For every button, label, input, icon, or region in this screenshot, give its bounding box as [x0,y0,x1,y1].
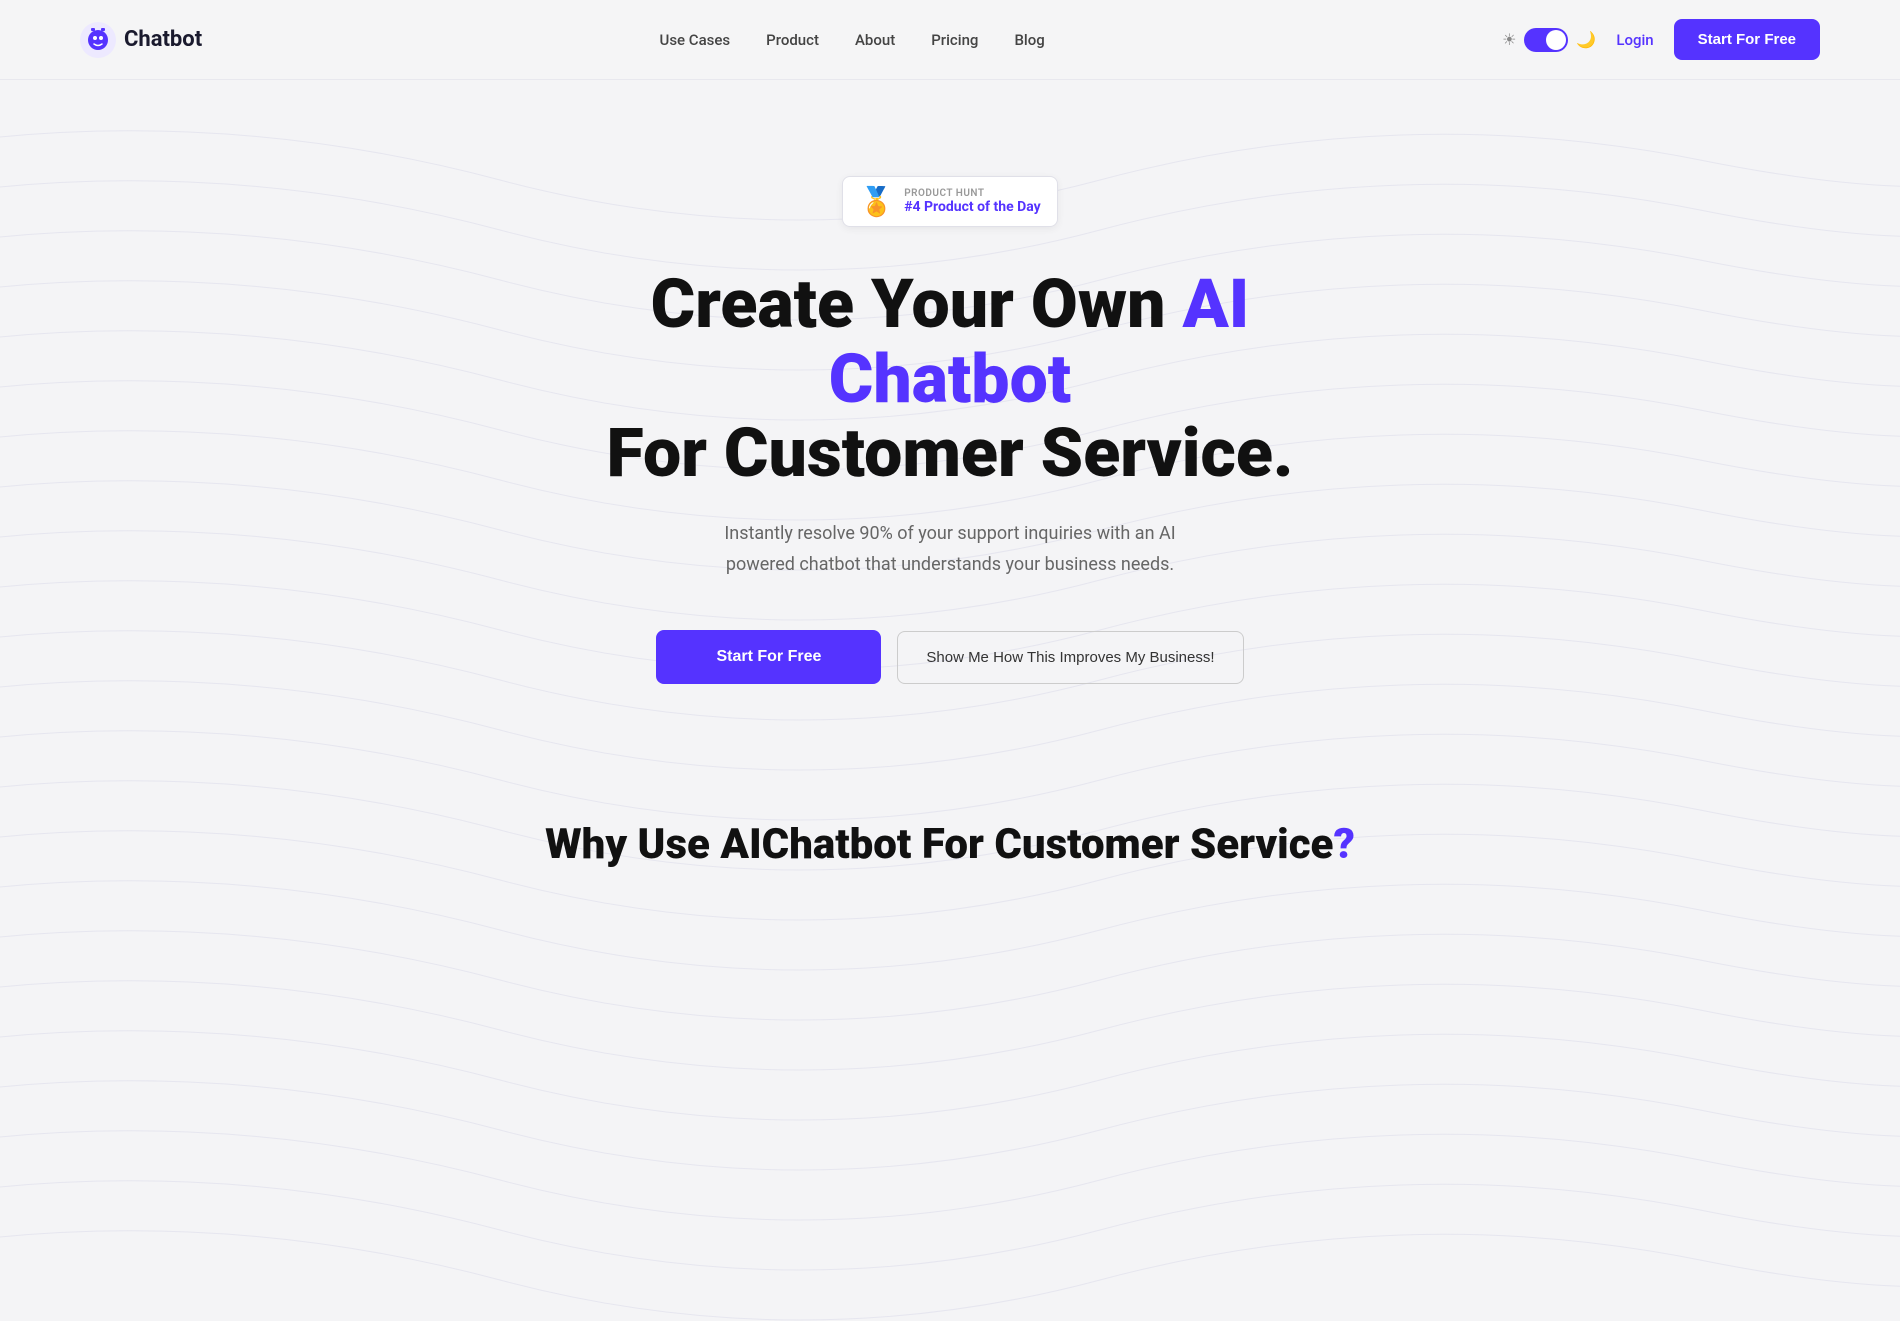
nav-links: Use Cases Product About Pricing Blog [660,31,1045,49]
why-section-title: Why Use AIChatbot For Customer Service? [545,820,1355,869]
hero-section: 🏅 PRODUCT HUNT #4 Product of the Day Cre… [0,80,1900,760]
nav-start-free-button[interactable]: Start For Free [1674,19,1820,60]
navbar: Chatbot Use Cases Product About Pricing … [0,0,1900,80]
why-title-text: Why Use AIChatbot For Customer Service [545,820,1333,869]
navbar-actions: ☀ 🌙 Login Start For Free [1502,19,1820,60]
why-title-suffix: ? [1333,820,1354,869]
nav-use-cases[interactable]: Use Cases [660,31,731,49]
hero-show-button[interactable]: Show Me How This Improves My Business! [897,631,1243,684]
theme-toggle[interactable] [1524,28,1568,52]
nav-blog[interactable]: Blog [1014,31,1044,49]
toggle-knob [1546,30,1566,50]
badge-trophy-icon: 🏅 [859,185,894,218]
hero-subtitle: Instantly resolve 90% of your support in… [700,519,1200,580]
logo-icon [80,22,116,58]
hero-buttons: Start For Free Show Me How This Improves… [656,630,1243,684]
product-hunt-badge: 🏅 PRODUCT HUNT #4 Product of the Day [842,176,1057,227]
sun-icon: ☀ [1502,30,1516,49]
hero-start-free-button[interactable]: Start For Free [656,630,881,684]
hero-title-part2: For Customer Service. [606,413,1293,493]
nav-product[interactable]: Product [766,31,819,49]
badge-text: PRODUCT HUNT #4 Product of the Day [904,188,1040,215]
nav-about[interactable]: About [855,31,895,49]
login-link[interactable]: Login [1616,31,1653,49]
badge-rank: #4 Product of the Day [904,199,1040,215]
why-section: Why Use AIChatbot For Customer Service? [0,760,1900,909]
badge-label: PRODUCT HUNT [904,188,984,199]
logo-area: Chatbot [80,22,202,58]
hero-title: Create Your Own AI Chatbot For Customer … [550,267,1350,491]
logo-text: Chatbot [124,27,202,52]
theme-toggle-area: ☀ 🌙 [1502,28,1596,52]
nav-pricing[interactable]: Pricing [931,31,978,49]
hero-title-part1: Create Your Own [651,264,1183,344]
moon-icon: 🌙 [1576,30,1596,49]
